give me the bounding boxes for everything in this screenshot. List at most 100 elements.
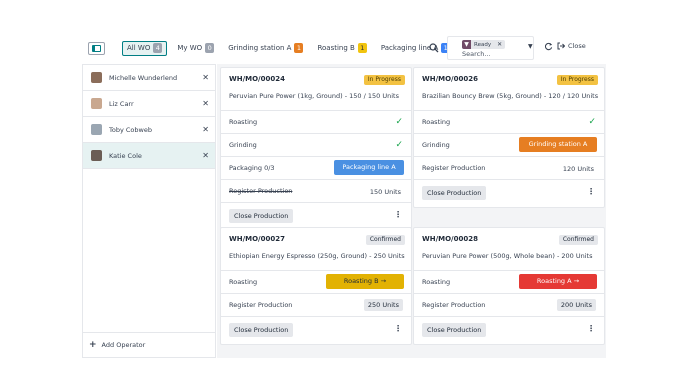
- search-input[interactable]: [462, 50, 522, 58]
- operator-name: Katie Cole: [109, 151, 142, 160]
- production-qty-button[interactable]: 200 Units: [556, 299, 596, 311]
- workcenter-label: Grinding station A: [528, 140, 588, 148]
- close-production-button[interactable]: Close Production: [422, 323, 487, 337]
- mo-card: WH/MO/00028 Confirmed Peruvian Pure Powe…: [413, 227, 605, 345]
- workorder-label: Grinding: [422, 141, 450, 149]
- register-production-row[interactable]: Register Production 200 Units: [414, 294, 604, 317]
- workcenter-button[interactable]: Roasting B →: [326, 274, 404, 289]
- workorder-row[interactable]: Grinding Grinding station A →: [414, 134, 604, 163]
- search-icon: [429, 43, 439, 53]
- production-qty: 120 Units: [562, 165, 594, 173]
- tab-count-badge: 4: [153, 43, 163, 53]
- status-badge: Confirmed: [365, 235, 405, 245]
- avatar: [91, 124, 102, 135]
- avatar: [91, 150, 102, 161]
- operator-item[interactable]: Michelle Wunderlend ✕: [83, 65, 215, 91]
- workorder-label: Packaging: [229, 164, 262, 172]
- facet-label: Ready: [474, 41, 492, 48]
- tab-count-badge: 0: [205, 43, 215, 53]
- register-production-label: Register Production: [422, 301, 486, 309]
- workorder-progress: 0/3: [264, 164, 275, 172]
- work-orders-area: WH/MO/00024 In Progress Peruvian Pure Po…: [217, 64, 606, 358]
- register-production-row[interactable]: Register Production 250 Units: [221, 294, 411, 317]
- card-footer: Close Production ⋮: [221, 317, 411, 344]
- refresh-icon[interactable]: [544, 42, 553, 51]
- workorder-row[interactable]: Roasting ✓: [221, 111, 411, 134]
- facet-remove-icon[interactable]: ✕: [497, 41, 502, 48]
- operator-item[interactable]: Katie Cole ✕: [83, 143, 215, 169]
- register-production-row[interactable]: Register Production 150 Units: [221, 180, 411, 203]
- mo-card: WH/MO/00024 In Progress Peruvian Pure Po…: [220, 67, 412, 231]
- add-operator-label: Add Operator: [101, 341, 146, 349]
- workorder-label: Roasting: [229, 118, 258, 126]
- more-options-icon[interactable]: ⋮: [587, 188, 595, 196]
- more-options-icon[interactable]: ⋮: [587, 325, 595, 333]
- mo-product: Peruvian Pure Power (500g, Whole bean) -…: [422, 252, 593, 260]
- mo-product: Ethiopian Energy Espresso (250g, Ground)…: [229, 252, 405, 260]
- sidebar-panel-icon: [92, 44, 101, 52]
- mo-product: Brazilian Bouncy Brew (5kg, Ground) - 12…: [422, 92, 599, 100]
- workorder-row[interactable]: Roasting ✓: [414, 111, 604, 134]
- register-production-row[interactable]: Register Production 120 Units: [414, 157, 604, 180]
- more-options-icon[interactable]: ⋮: [394, 211, 402, 219]
- workcenter-button[interactable]: Grinding station A →: [519, 137, 597, 163]
- arrow-right-icon: →: [573, 277, 580, 285]
- plus-icon: +: [89, 340, 97, 350]
- remove-operator-icon[interactable]: ✕: [202, 73, 209, 82]
- search-facet: ▼ Ready ✕: [462, 40, 506, 49]
- operator-item[interactable]: Toby Cobweb ✕: [83, 117, 215, 143]
- production-qty-button[interactable]: 250 Units: [363, 299, 403, 311]
- remove-operator-icon[interactable]: ✕: [202, 99, 209, 108]
- remove-operator-icon[interactable]: ✕: [202, 151, 209, 160]
- card-footer: Close Production ⋮: [221, 203, 411, 230]
- production-qty: 150 Units: [369, 188, 401, 196]
- close-production-button[interactable]: Close Production: [229, 209, 294, 223]
- workorder-label: Grinding: [229, 141, 257, 149]
- filter-icon: ▼: [462, 40, 471, 49]
- check-icon: ✓: [395, 140, 403, 150]
- workorder-row[interactable]: Packaging 0/3 Packaging line A →: [221, 157, 411, 186]
- register-production-label: Register Production: [422, 164, 486, 172]
- panel-toggle-button[interactable]: [88, 41, 105, 55]
- workcenter-button[interactable]: Packaging line A →: [334, 160, 404, 186]
- workcenter-button[interactable]: Roasting A →: [519, 274, 597, 289]
- search-options-caret-icon[interactable]: ▼: [528, 43, 533, 50]
- card-footer: Close Production ⋮: [414, 180, 604, 207]
- tab-roasting-b[interactable]: Roasting B 1: [313, 41, 370, 56]
- tab-label: My WO: [177, 44, 203, 52]
- operator-name: Toby Cobweb: [109, 125, 152, 134]
- check-icon: ✓: [588, 117, 596, 127]
- card-header[interactable]: WH/MO/00024 In Progress Peruvian Pure Po…: [221, 68, 411, 111]
- workorder-row[interactable]: Grinding ✓: [221, 134, 411, 157]
- more-options-icon[interactable]: ⋮: [394, 325, 402, 333]
- add-operator-button[interactable]: + Add Operator: [83, 332, 215, 357]
- card-header[interactable]: WH/MO/00028 Confirmed Peruvian Pure Powe…: [414, 228, 604, 271]
- search-box[interactable]: ▼ Ready ✕: [429, 36, 534, 60]
- close-label: Close: [568, 42, 586, 50]
- check-icon: ✓: [395, 117, 403, 127]
- workorder-label: Roasting: [229, 278, 258, 286]
- tab-all-wo[interactable]: All WO 4: [122, 40, 168, 56]
- arrow-right-icon: →: [380, 277, 387, 285]
- operator-item[interactable]: Liz Carr ✕: [83, 91, 215, 117]
- operator-name: Michelle Wunderlend: [109, 73, 178, 82]
- status-badge: Confirmed: [558, 235, 598, 245]
- tab-label: Grinding station A: [228, 44, 292, 52]
- workcenter-label: Packaging line A: [342, 163, 396, 171]
- tab-count-badge: 1: [294, 43, 304, 53]
- status-badge: In Progress: [556, 75, 598, 85]
- tab-my-wo[interactable]: My WO 0: [173, 41, 218, 56]
- tab-grinding-station-a[interactable]: Grinding station A 1: [224, 41, 307, 56]
- close-production-button[interactable]: Close Production: [229, 323, 294, 337]
- card-header[interactable]: WH/MO/00027 Confirmed Ethiopian Energy E…: [221, 228, 411, 271]
- remove-operator-icon[interactable]: ✕: [202, 125, 209, 134]
- register-production-label: Register Production: [229, 301, 293, 309]
- workorder-row[interactable]: Roasting Roasting B →: [221, 271, 411, 294]
- tab-packaging-line-a[interactable]: Packaging line A 1: [377, 41, 454, 56]
- card-header[interactable]: WH/MO/00026 In Progress Brazilian Bouncy…: [414, 68, 604, 111]
- workorder-row[interactable]: Roasting Roasting A →: [414, 271, 604, 294]
- close-button[interactable]: Close: [557, 42, 586, 50]
- operator-name: Liz Carr: [109, 99, 134, 108]
- card-footer: Close Production ⋮: [414, 317, 604, 344]
- close-production-button[interactable]: Close Production: [422, 186, 487, 200]
